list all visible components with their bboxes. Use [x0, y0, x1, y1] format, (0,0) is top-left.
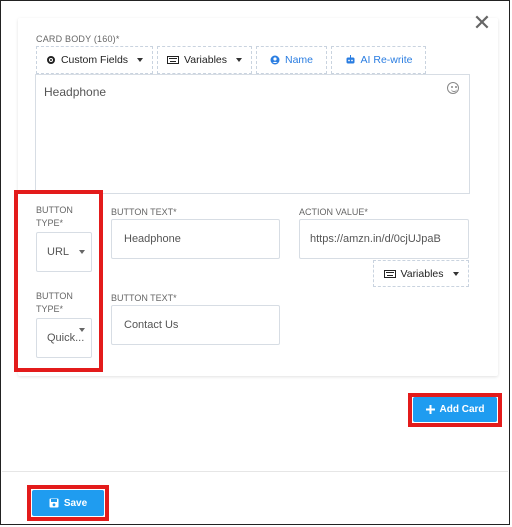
button-text-input[interactable]: Contact Us	[111, 305, 280, 345]
action-variables-button[interactable]: Variables	[373, 260, 469, 287]
add-card-button[interactable]: Add Card	[413, 397, 497, 422]
user-icon	[270, 55, 280, 65]
ai-rewrite-button[interactable]: AI Re-write	[331, 46, 426, 74]
gear-icon	[46, 56, 55, 64]
name-label: Name	[284, 54, 313, 66]
custom-fields-button[interactable]: Custom Fields	[36, 46, 153, 74]
button-text-value: Contact Us	[124, 319, 179, 331]
action-value-input[interactable]: https://amzn.in/d/0cjUJpaB	[299, 219, 469, 259]
card-body-textarea[interactable]: Headphone	[35, 74, 470, 194]
card-body-label: CARD BODY (160)*	[36, 34, 120, 44]
button-text-label: BUTTON TEXT*	[111, 207, 177, 217]
ai-rewrite-label: AI Re-write	[360, 54, 413, 66]
save-label: Save	[63, 497, 88, 509]
save-button[interactable]: Save	[32, 490, 104, 516]
action-value-label: ACTION VALUE*	[299, 207, 368, 217]
action-value-value: https://amzn.in/d/0cjUJpaB	[310, 233, 441, 245]
floppy-disk-icon	[49, 498, 59, 508]
variables-button[interactable]: Variables	[157, 46, 252, 74]
plus-icon	[425, 405, 435, 414]
highlight-box	[14, 190, 103, 372]
footer-divider	[2, 471, 508, 472]
button-text-label: BUTTON TEXT*	[111, 293, 177, 303]
chevron-down-icon	[236, 58, 242, 62]
button-text-input[interactable]: Headphone	[111, 219, 280, 259]
name-button[interactable]: Name	[256, 46, 327, 74]
card-body-value: Headphone	[44, 85, 107, 99]
chevron-down-icon	[137, 58, 144, 62]
add-card-label: Add Card	[439, 404, 485, 415]
chevron-down-icon	[452, 271, 459, 276]
variables-label: Variables	[184, 54, 227, 66]
emoji-icon[interactable]	[447, 82, 459, 94]
keyboard-icon	[167, 56, 179, 64]
close-icon[interactable]: ✕	[470, 12, 494, 36]
robot-icon	[346, 55, 355, 64]
button-text-value: Headphone	[124, 233, 181, 245]
action-variables-label: Variables	[400, 267, 444, 280]
custom-fields-label: Custom Fields	[60, 54, 129, 66]
keyboard-icon	[383, 269, 396, 278]
